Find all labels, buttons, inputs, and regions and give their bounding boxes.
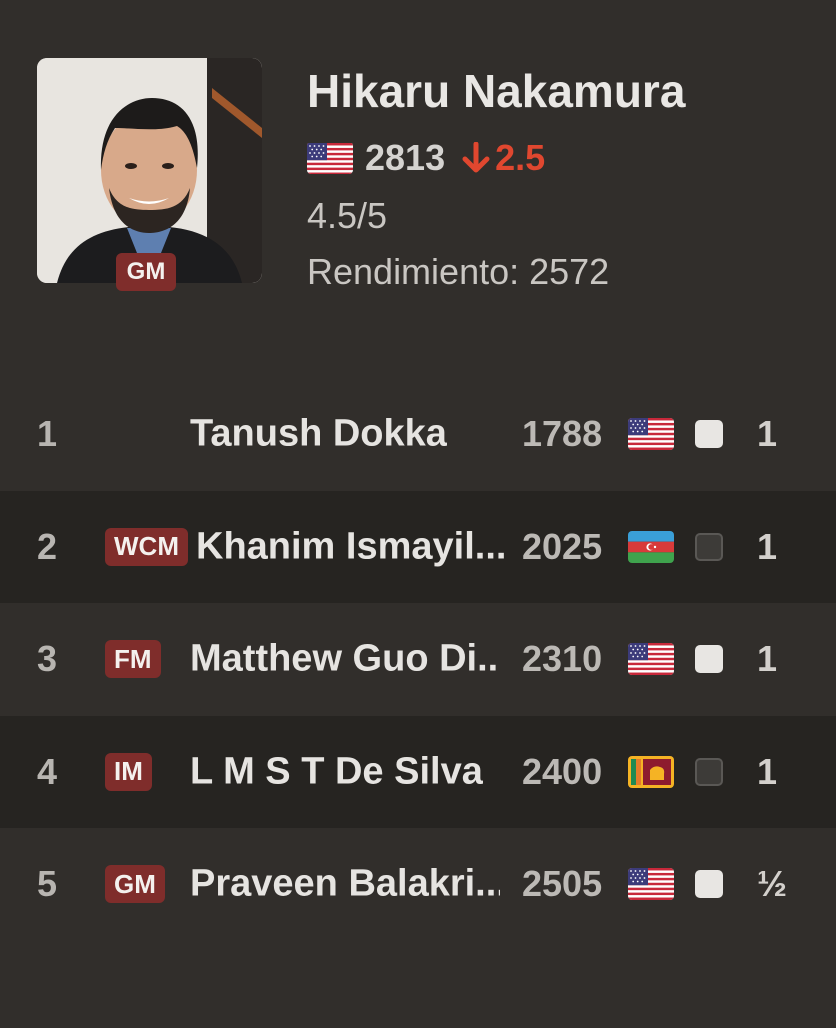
round-row[interactable]: 4 IM L M S T De Silva 2400 1 <box>0 715 836 828</box>
opponent-rating: 2400 <box>522 750 603 792</box>
opponent-name: Khanim Ismayil... <box>196 525 506 568</box>
black-pieces-icon <box>695 532 723 561</box>
game-result: 1 <box>757 750 778 792</box>
player-performance: Rendimiento: 2572 <box>307 251 610 292</box>
opponent-title-badge: FM <box>105 640 161 679</box>
white-pieces-icon <box>695 645 723 674</box>
game-result: 1 <box>757 525 778 567</box>
white-pieces-icon <box>695 420 723 449</box>
player-rating: 2813 <box>365 137 446 178</box>
white-pieces-icon <box>695 870 723 899</box>
player-header: GM Hikaru Nakamura 2813 2.5 4.5/5 Rendim… <box>0 0 836 340</box>
opponent-title-badge: IM <box>105 752 152 791</box>
player-score: 4.5/5 <box>307 195 388 236</box>
opponent-rating: 2310 <box>522 638 603 680</box>
player-name[interactable]: Hikaru Nakamura <box>307 64 685 118</box>
opponent-name: Tanush Dokka <box>190 412 447 455</box>
player-rating-line: 2813 2.5 <box>307 136 545 180</box>
black-pieces-icon <box>695 757 723 786</box>
player-title-badge: GM <box>116 253 176 291</box>
us-flag-icon <box>307 142 353 174</box>
rating-change-value: 2.5 <box>495 137 546 178</box>
game-result: 1 <box>757 413 778 455</box>
round-row[interactable]: 3 FM Matthew Guo Di... 2310 1 <box>0 603 836 716</box>
round-row[interactable]: 1 Tanush Dokka 1788 1 <box>0 378 836 491</box>
round-row[interactable]: 2 WCM Khanim Ismayil... 2025 1 <box>0 490 836 603</box>
us-flag-icon <box>628 418 674 451</box>
azerbaijan-flag-icon <box>628 530 674 563</box>
round-number: 1 <box>37 413 58 455</box>
round-number: 5 <box>37 863 58 905</box>
round-number: 2 <box>37 525 58 567</box>
round-number: 3 <box>37 638 58 680</box>
opponent-name: L M S T De Silva <box>190 750 483 793</box>
opponent-name: Matthew Guo Di... <box>190 637 500 680</box>
opponent-rating: 2505 <box>522 863 603 905</box>
opponent-title-badge: WCM <box>105 527 188 566</box>
game-result: ½ <box>757 863 788 905</box>
us-flag-icon <box>628 868 674 901</box>
player-avatar[interactable] <box>37 58 262 283</box>
avatar-photo <box>37 58 262 283</box>
rounds-list: 1 Tanush Dokka 1788 1 2 WCM Khanim Ismay… <box>0 378 836 941</box>
game-result: 1 <box>757 638 778 680</box>
round-row[interactable]: 5 GM Praveen Balakri... 2505 ½ <box>0 828 836 941</box>
round-number: 4 <box>37 750 58 792</box>
rating-change: 2.5 <box>461 137 545 179</box>
arrow-down-icon <box>462 142 490 173</box>
sri-lanka-flag-icon <box>628 755 674 788</box>
opponent-rating: 1788 <box>522 413 603 455</box>
opponent-rating: 2025 <box>522 525 603 567</box>
opponent-name: Praveen Balakri... <box>190 862 500 905</box>
opponent-title-badge: GM <box>105 865 165 904</box>
us-flag-icon <box>628 643 674 676</box>
